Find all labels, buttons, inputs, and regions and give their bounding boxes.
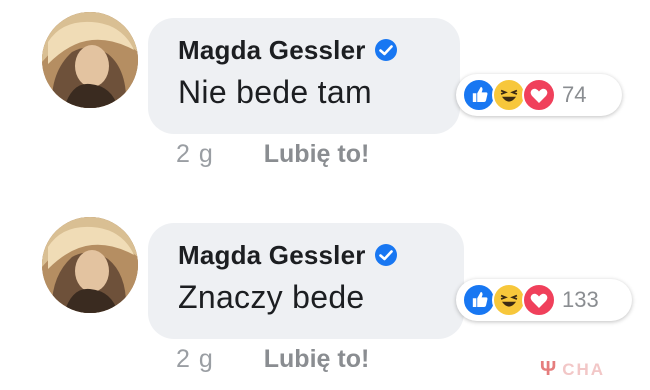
reaction-count: 133 xyxy=(562,287,599,312)
watermark: Ψ CHA xyxy=(540,358,605,381)
author-name[interactable]: Magda Gessler xyxy=(178,35,366,66)
love-icon xyxy=(522,283,556,317)
like-icon xyxy=(462,283,496,317)
comment-meta: 2 g Lubię to! xyxy=(176,140,369,169)
love-icon xyxy=(522,78,556,112)
comment: Magda Gessler Nie bede tam 74 2 g Lubię … xyxy=(0,10,650,190)
verified-badge-icon xyxy=(374,243,398,267)
author-name[interactable]: Magda Gessler xyxy=(178,240,366,271)
like-icon xyxy=(462,78,496,112)
comment-bubble: Magda Gessler Nie bede tam xyxy=(148,18,460,134)
haha-icon xyxy=(492,78,526,112)
avatar[interactable] xyxy=(42,12,138,108)
comment-bubble: Magda Gessler Znaczy bede xyxy=(148,223,464,339)
comment-text: Nie bede tam xyxy=(178,74,372,110)
timestamp[interactable]: 2 g xyxy=(176,140,214,169)
reactions-summary[interactable]: 133 xyxy=(456,279,632,321)
reactions-summary[interactable]: 74 xyxy=(456,74,622,116)
reaction-count: 74 xyxy=(562,82,587,107)
watermark-text: CHA xyxy=(562,359,606,379)
comment-text: Znaczy bede xyxy=(178,279,365,315)
like-button[interactable]: Lubię to! xyxy=(264,345,370,374)
like-button[interactable]: Lubię to! xyxy=(264,140,370,169)
timestamp[interactable]: 2 g xyxy=(176,345,214,374)
verified-badge-icon xyxy=(374,38,398,62)
comment-meta: 2 g Lubię to! xyxy=(176,345,369,374)
fork-icon: Ψ xyxy=(540,358,559,380)
avatar[interactable] xyxy=(42,217,138,313)
haha-icon xyxy=(492,283,526,317)
